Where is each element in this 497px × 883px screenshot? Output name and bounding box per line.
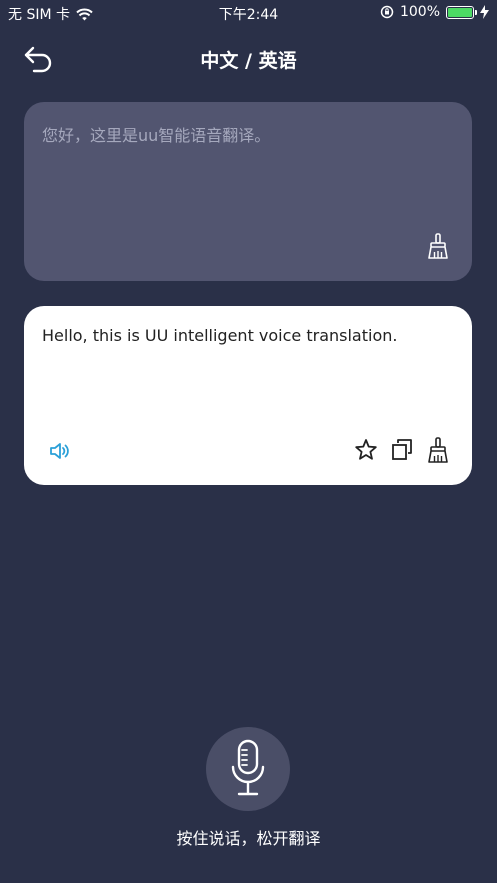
battery-icon [446, 5, 477, 19]
status-bar: 无 SIM 卡 下午2:44 100% [0, 0, 497, 26]
broom-icon [428, 233, 448, 259]
rotation-lock-icon [380, 5, 394, 19]
result-card: Hello, this is UU intelligent voice tran… [24, 306, 472, 485]
page-title: 中文 / 英语 [200, 50, 297, 72]
speaker-button[interactable] [48, 439, 72, 463]
source-text[interactable]: 您好，这里是uu智能语音翻译。 [42, 122, 454, 146]
source-clear-button[interactable] [426, 233, 450, 259]
star-icon [355, 439, 377, 460]
battery-tip [475, 9, 477, 15]
copy-icon [392, 439, 412, 460]
result-clear-button[interactable] [426, 437, 450, 463]
mic-hint-label: 按住说话，松开翻译 [176, 829, 321, 848]
source-input-card[interactable]: 您好，这里是uu智能语音翻译。 [24, 102, 472, 281]
battery-percent: 100% [399, 4, 440, 20]
microphone-icon [231, 739, 265, 796]
status-right: 100% [380, 4, 489, 20]
battery-fill [448, 7, 472, 17]
favorite-button[interactable] [354, 437, 378, 463]
nav-bar: 中文 / 英语 [0, 36, 497, 80]
copy-button[interactable] [390, 437, 414, 463]
result-text: Hello, this is UU intelligent voice tran… [42, 326, 398, 345]
result-actions [354, 437, 450, 463]
microphone-button[interactable] [206, 727, 290, 811]
speaker-icon [50, 443, 69, 459]
broom-icon [428, 437, 448, 463]
charging-icon [480, 5, 489, 19]
